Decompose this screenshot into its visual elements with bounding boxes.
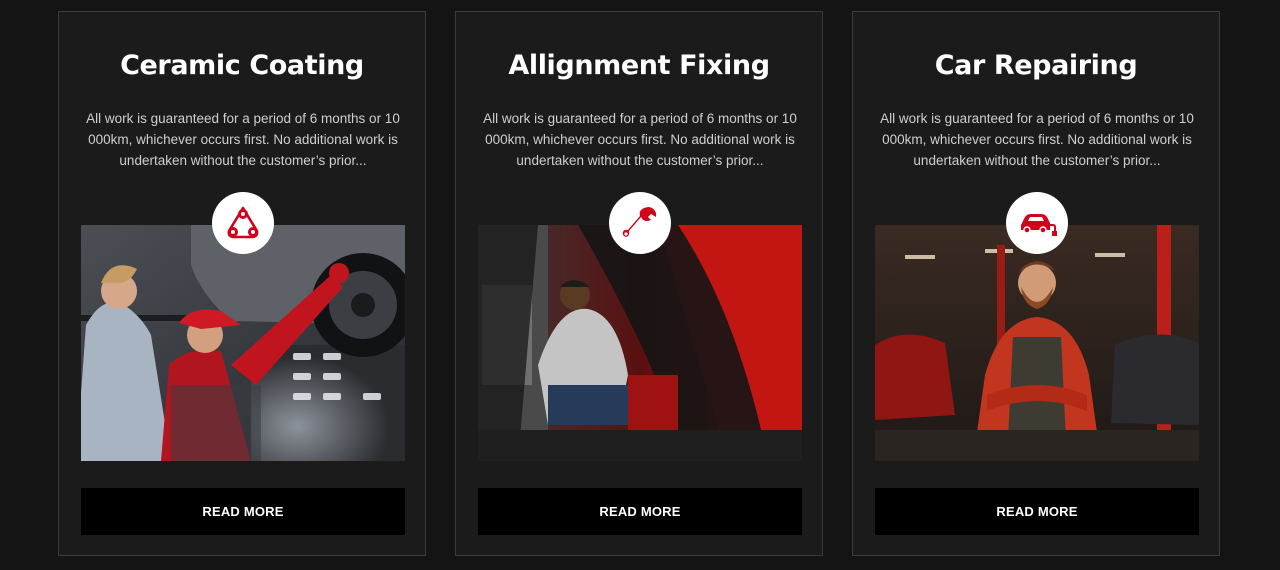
read-more-button[interactable]: READ MORE [875, 488, 1199, 535]
service-card-allignment-fixing: Allignment Fixing All work is guaranteed… [455, 11, 823, 556]
smiling-mechanic-garage-photo [875, 225, 1199, 461]
service-description: All work is guaranteed for a period of 6… [880, 111, 1194, 168]
wrench-icon [609, 192, 671, 254]
service-card-ceramic-coating: Ceramic Coating All work is guaranteed f… [58, 11, 426, 556]
service-description: All work is guaranteed for a period of 6… [86, 111, 400, 168]
service-photo [81, 225, 405, 461]
service-photo [478, 225, 802, 461]
belt-pulley-icon [212, 192, 274, 254]
service-description: All work is guaranteed for a period of 6… [483, 111, 797, 168]
service-title: Allignment Fixing [508, 50, 770, 81]
service-title: Car Repairing [934, 50, 1138, 81]
services-grid: Ceramic Coating All work is guaranteed f… [0, 0, 1280, 570]
electric-car-icon [1006, 192, 1068, 254]
mechanic-tyre-photo [81, 225, 405, 461]
read-more-button[interactable]: READ MORE [478, 488, 802, 535]
service-card-car-repairing: Car Repairing All work is guaranteed for… [852, 11, 1220, 556]
service-title: Ceramic Coating [120, 50, 364, 81]
read-more-button[interactable]: READ MORE [81, 488, 405, 535]
mechanic-under-car-photo [478, 225, 802, 461]
service-photo [875, 225, 1199, 461]
